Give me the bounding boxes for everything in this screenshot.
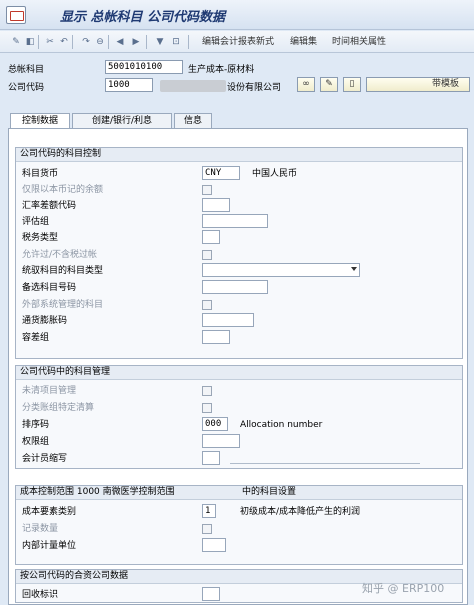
gl-account-desc: 生产成本-原材料 [188, 65, 255, 75]
time-dependent-button[interactable]: 时间相关属性 [332, 35, 386, 49]
company-name-redacted [160, 80, 226, 92]
local-only-label: 仅限以本币记的余额 [22, 185, 104, 195]
external-mgmt-checkbox[interactable] [202, 300, 212, 310]
toolbar-separator [108, 35, 109, 49]
line-item-label: 分类账组特定清算 [22, 403, 95, 413]
toolbar-separator [72, 35, 73, 49]
open-item-label: 未清项目管理 [22, 386, 77, 396]
valuation-group-label: 评估组 [22, 217, 50, 227]
account-control-group: 公司代码的科目控制 科目货币 CNY 中国人民币 仅限以本币记的余额 汇率差额代… [15, 147, 463, 359]
open-item-checkbox[interactable] [202, 386, 212, 396]
inflation-key-field[interactable] [202, 313, 254, 327]
pencil-icon[interactable]: ✎ [320, 77, 338, 92]
alt-account-field[interactable] [202, 280, 268, 294]
line-item-checkbox[interactable] [202, 403, 212, 413]
next-icon[interactable]: ▶ [130, 35, 142, 49]
group-title: 公司代码的科目控制 [16, 148, 462, 162]
tab-control-data[interactable]: 控制数据 [10, 113, 70, 129]
exchange-diff-label: 汇率差额代码 [22, 201, 77, 211]
account-management-group: 公司代码中的科目管理 未清项目管理 分类账组特定清算 排序码 000 Alloc… [15, 365, 463, 469]
valuation-group-field[interactable] [202, 214, 268, 228]
chevron-down-icon [351, 267, 357, 271]
recon-account-dropdown[interactable] [202, 263, 360, 277]
clerk-desc-line [230, 463, 420, 464]
window-title: 显示 总帐科目 公司代码数据 [60, 10, 226, 25]
tab-create-bank-interest[interactable]: 创建/银行/利息 [72, 113, 172, 129]
group-title: 公司代码中的科目管理 [16, 366, 462, 380]
recon-account-label: 统驭科目的科目类型 [22, 266, 104, 276]
cost-control-group: 成本控制范围 1000 南微医学控制范围 中的科目设置 成本要素类别 1 初级成… [15, 485, 463, 565]
display-icon[interactable]: ◧ [24, 35, 36, 49]
group-title-left: 成本控制范围 1000 南微医学控制范围 [20, 487, 175, 497]
alt-account-label: 备选科目号码 [22, 283, 77, 293]
recovery-indicator-label: 回收标识 [22, 590, 59, 600]
undo-icon[interactable]: ↶ [58, 35, 70, 49]
tab-information[interactable]: 信息 [174, 113, 212, 129]
internal-uom-label: 内部计量单位 [22, 541, 77, 551]
company-code-field[interactable]: 1000 [105, 78, 153, 92]
account-currency-field[interactable]: CNY [202, 166, 240, 180]
clerk-field[interactable] [202, 451, 220, 465]
sort-key-label: 排序码 [22, 420, 50, 430]
account-currency-label: 科目货币 [22, 169, 59, 179]
previous-icon[interactable]: ◀ [114, 35, 126, 49]
pencil-icon[interactable]: ✎ [10, 35, 22, 49]
sort-key-desc: Allocation number [240, 420, 323, 430]
watermark: 知乎 @ ERP100 [362, 582, 445, 595]
record-quantity-label: 记录数量 [22, 524, 59, 534]
edit-set-button[interactable]: 编辑集 [290, 35, 317, 49]
app-icon[interactable] [6, 6, 26, 24]
record-quantity-checkbox[interactable] [202, 524, 212, 534]
auth-group-label: 权限组 [22, 437, 50, 447]
cost-element-category-field[interactable]: 1 [202, 504, 216, 518]
account-currency-desc: 中国人民币 [252, 169, 298, 179]
scissors-icon[interactable]: ✂ [44, 35, 56, 49]
clerk-label: 会计员缩写 [22, 454, 68, 464]
toolbar-separator [146, 35, 147, 49]
gl-account-label: 总帐科目 [8, 65, 45, 75]
application-toolbar: ✎ ◧ ✂ ↶ ↷ ⊖ ◀ ▶ ▼ ⊡ 编辑会计报表新式 编辑集 时间相关属性 [0, 31, 474, 53]
tolerance-group-label: 容差组 [22, 333, 50, 343]
tolerance-group-field[interactable] [202, 330, 230, 344]
document-icon[interactable]: ▯ [343, 77, 361, 92]
no-tax-label: 允许过/不含税过帐 [22, 250, 98, 260]
sort-key-field[interactable]: 000 [202, 417, 228, 431]
local-only-checkbox[interactable] [202, 185, 212, 195]
auth-group-field[interactable] [202, 434, 240, 448]
edit-cost-report-button[interactable]: 编辑会计报表新式 [202, 35, 274, 49]
link-icon[interactable]: ⊖ [94, 35, 106, 49]
tax-category-field[interactable] [202, 230, 220, 244]
group-title-right: 中的科目设置 [242, 487, 297, 497]
cost-element-category-desc: 初级成本/成本降低产生的利润 [240, 507, 361, 517]
toolbar-separator [188, 35, 189, 49]
filter-icon[interactable]: ▼ [154, 35, 166, 49]
inflation-key-label: 通货膨胀码 [22, 316, 68, 326]
tax-category-label: 税务类型 [22, 233, 59, 243]
gl-account-field[interactable]: 5001010100 [105, 60, 183, 74]
lock-icon[interactable]: ⊡ [170, 35, 182, 49]
group-title: 成本控制范围 1000 南微医学控制范围 中的科目设置 [16, 486, 462, 500]
no-tax-checkbox[interactable] [202, 250, 212, 260]
company-code-label: 公司代码 [8, 83, 45, 93]
template-button[interactable]: 带模板 [366, 77, 470, 92]
recovery-indicator-field[interactable] [202, 587, 220, 601]
toolbar-separator [38, 35, 39, 49]
title-bar: 显示 总帐科目 公司代码数据 [0, 0, 474, 30]
tab-panel: 公司代码的科目控制 科目货币 CNY 中国人民币 仅限以本币记的余额 汇率差额代… [8, 128, 468, 605]
cost-element-category-label: 成本要素类别 [22, 507, 77, 517]
internal-uom-field[interactable] [202, 538, 226, 552]
company-name-suffix: 设份有限公司 [227, 83, 282, 93]
exchange-diff-field[interactable] [202, 198, 230, 212]
external-mgmt-label: 外部系统管理的科目 [22, 300, 104, 310]
redo-icon[interactable]: ↷ [80, 35, 92, 49]
glasses-icon[interactable]: ∞ [297, 77, 315, 92]
